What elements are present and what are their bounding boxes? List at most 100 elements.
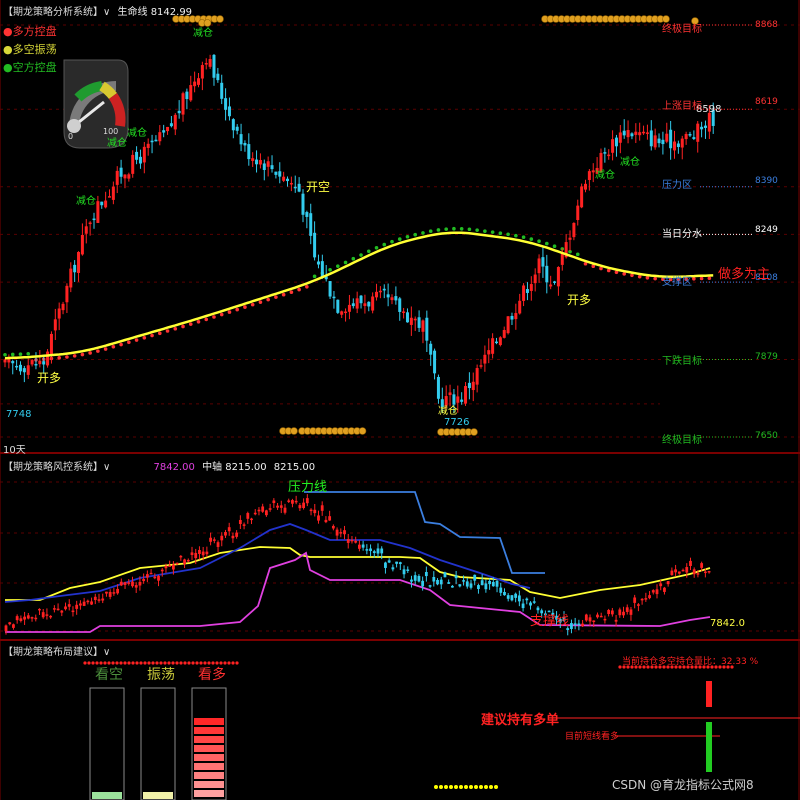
risk-candle-body — [532, 601, 536, 603]
candle-body — [676, 143, 680, 148]
candle-body — [282, 176, 286, 181]
signal-dot — [10, 352, 15, 357]
candle-body — [247, 144, 251, 160]
risk-candle-body — [257, 509, 261, 512]
risk-candle-body — [71, 610, 75, 613]
risk-candle-body — [677, 571, 681, 574]
signal-dot — [699, 276, 704, 281]
candle-body — [309, 213, 313, 236]
signal-dot — [134, 338, 139, 342]
candle-body — [425, 317, 429, 341]
risk-candle-body — [339, 532, 343, 534]
risk-value-b: 8215.00 — [273, 462, 316, 473]
main-panel-title[interactable]: 【期龙策略分析系统】∨ 生命线 8142.99 — [3, 3, 192, 18]
candle-body — [328, 281, 332, 297]
risk-candle-body — [651, 590, 655, 593]
candle-body — [297, 183, 301, 192]
risk-candle-body — [101, 598, 105, 601]
risk-candle-body — [514, 593, 518, 598]
risk-candle-body — [521, 603, 525, 609]
watermark: CSDN @育龙指标公式网8 — [612, 778, 754, 792]
candle-body — [146, 143, 150, 148]
candle-body — [61, 303, 65, 311]
candle-body — [541, 257, 545, 267]
candle-body — [231, 119, 235, 131]
risk-candle-body — [700, 563, 704, 568]
risk-candle-body — [272, 500, 276, 504]
signal-dot — [575, 252, 580, 257]
risk-candle-body — [588, 617, 592, 622]
risk-candle-body — [707, 570, 711, 573]
candle-body — [181, 93, 185, 115]
risk-candle-body — [212, 539, 216, 541]
signal-dot — [88, 351, 92, 355]
candle-body — [394, 296, 398, 301]
risk-candle-body — [268, 508, 272, 510]
risk-candle-body — [465, 581, 469, 587]
candle-body — [556, 267, 560, 287]
candle-body — [185, 91, 189, 100]
candle-body — [669, 129, 673, 149]
signal-dot — [374, 245, 379, 250]
advice-dot — [494, 785, 498, 789]
candle-body — [154, 139, 158, 142]
candle-body — [347, 304, 351, 312]
candle-body — [158, 132, 162, 142]
risk-candle-body — [279, 505, 283, 508]
position-ratio-text: 当前持仓多空持仓量比：32.33 % — [622, 657, 759, 667]
risk-candle-body — [305, 498, 309, 504]
advice-dot — [464, 785, 468, 789]
annotation-reduce-1: 减仓 — [76, 196, 96, 207]
risk-candle-body — [614, 619, 618, 622]
risk-candle-body — [60, 610, 64, 613]
signal-dot — [158, 331, 162, 336]
signal-dot — [444, 227, 448, 231]
risk-candle-body — [172, 564, 175, 570]
candle-body — [193, 81, 197, 87]
signal-dot — [428, 229, 433, 234]
risk-candle-body — [369, 548, 372, 552]
risk-candle-body — [529, 602, 532, 606]
candle-body — [436, 376, 440, 399]
annotation-reduce-6: 减仓 — [595, 170, 615, 181]
candle-body — [220, 82, 224, 99]
risk-panel-title[interactable]: 【期龙策略风控系统】∨ 7842.00 中轴 8215.00 8215.00 — [3, 458, 315, 473]
candle-body — [123, 174, 127, 179]
risk-candle-body — [592, 620, 596, 623]
signal-dot — [188, 322, 193, 326]
candle-body — [421, 320, 425, 332]
risk-candle-body — [34, 617, 38, 620]
signal-dot — [250, 302, 255, 307]
risk-candle-body — [398, 562, 402, 565]
advice-dot — [484, 785, 488, 789]
candle-body — [375, 291, 379, 298]
candle-body — [661, 139, 665, 145]
candle-body — [363, 303, 367, 306]
signal-dot — [243, 305, 247, 309]
candle-body — [537, 258, 541, 274]
risk-candle-body — [625, 607, 629, 612]
risk-candle-body — [380, 548, 384, 554]
advice-panel-title[interactable]: 【期龙策略布局建议】∨ — [3, 643, 110, 658]
risk-candle-body — [495, 580, 499, 587]
legend-dot-bear: ● — [3, 61, 13, 74]
candle-body — [688, 134, 692, 136]
signal-dot — [312, 274, 317, 279]
candle-body — [487, 350, 491, 355]
candle-body — [483, 354, 487, 364]
candle-body — [38, 360, 42, 365]
candle-body — [560, 253, 564, 265]
candle-body — [92, 218, 96, 221]
advice-dot — [183, 661, 187, 665]
advice-dot — [444, 785, 448, 789]
risk-value-a: 7842.00 — [153, 462, 195, 473]
candle-body — [510, 315, 514, 320]
candle-body — [433, 350, 437, 374]
signal-dot — [196, 320, 201, 324]
candle-body — [224, 98, 228, 110]
candle-body — [344, 311, 348, 314]
annotation-open-short: 开空 — [306, 180, 331, 194]
risk-candle-body — [90, 601, 93, 605]
annotation-reduce-4: 减仓 — [193, 28, 213, 39]
signal-dot — [219, 312, 224, 317]
